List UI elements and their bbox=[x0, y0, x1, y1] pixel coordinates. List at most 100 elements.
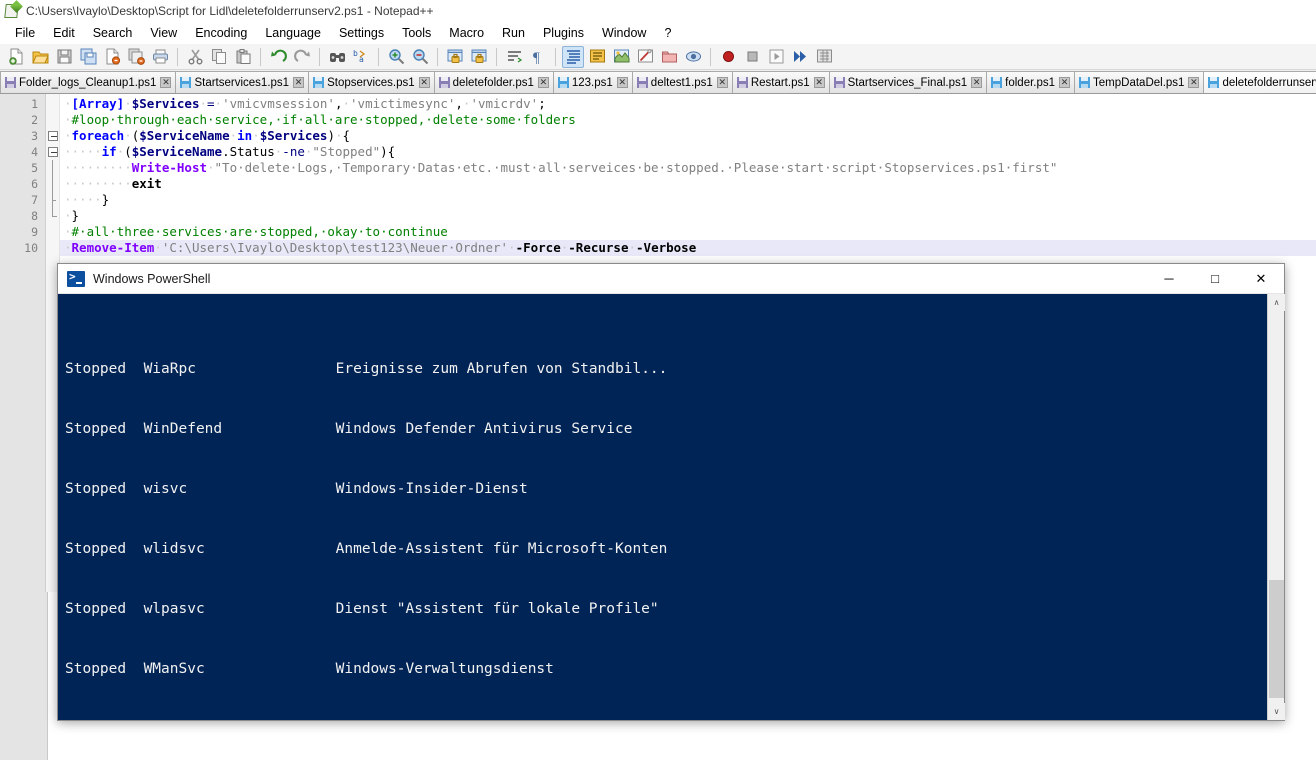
copy-icon[interactable] bbox=[208, 46, 230, 68]
powershell-console-output[interactable]: Stopped WiaRpc Ereignisse zum Abrufen vo… bbox=[58, 294, 1267, 720]
menu-file[interactable]: File bbox=[6, 24, 44, 42]
menu-tools[interactable]: Tools bbox=[393, 24, 440, 42]
code-line-5: ·········Write-Host·"To·delete·Logs,·Tem… bbox=[64, 160, 1058, 175]
tab-deletefolder[interactable]: deletefolder.ps1 ✕ bbox=[433, 71, 554, 93]
tab-tempdatadel[interactable]: TempDataDel.ps1 ✕ bbox=[1074, 71, 1205, 93]
tab-close-icon[interactable]: ✕ bbox=[293, 77, 305, 88]
tab-stopservices[interactable]: Stopservices.ps1 ✕ bbox=[308, 71, 435, 93]
tab-close-icon[interactable]: ✕ bbox=[537, 77, 549, 88]
tab-deletefolderrunserv[interactable]: deletefolderrunserv.ps1 ✕ bbox=[1203, 71, 1316, 93]
new-file-icon[interactable] bbox=[5, 46, 27, 68]
print-icon[interactable] bbox=[149, 46, 171, 68]
line-number: 9 bbox=[31, 225, 38, 239]
fold-toggle-icon[interactable] bbox=[48, 131, 58, 141]
menubar: File Edit Search View Encoding Language … bbox=[0, 22, 1316, 44]
function-list-icon[interactable] bbox=[634, 46, 656, 68]
tab-close-icon[interactable]: ✕ bbox=[716, 77, 728, 88]
tab-close-icon[interactable]: ✕ bbox=[616, 77, 628, 88]
minimize-button[interactable]: ─ bbox=[1146, 264, 1192, 294]
tab-folder[interactable]: folder.ps1 ✕ bbox=[986, 71, 1076, 93]
svg-text:b: b bbox=[353, 49, 358, 58]
menu-run[interactable]: Run bbox=[493, 24, 534, 42]
console-scrollbar[interactable]: ∧ ∨ bbox=[1267, 294, 1285, 720]
tab-label: deltest1.ps1 bbox=[650, 76, 713, 89]
stop-recording-icon[interactable] bbox=[741, 46, 763, 68]
sync-vertical-scroll-icon[interactable] bbox=[444, 46, 466, 68]
menu-view[interactable]: View bbox=[141, 24, 186, 42]
close-button[interactable]: ✕ bbox=[1238, 264, 1284, 294]
save-icon[interactable] bbox=[53, 46, 75, 68]
word-wrap-icon[interactable] bbox=[503, 46, 525, 68]
redo-icon[interactable] bbox=[291, 46, 313, 68]
tab-123[interactable]: 123.ps1 ✕ bbox=[552, 71, 633, 93]
maximize-button[interactable]: □ bbox=[1192, 264, 1238, 294]
save-all-icon[interactable] bbox=[77, 46, 99, 68]
tab-label: Startservices1.ps1 bbox=[194, 76, 290, 89]
document-map-icon[interactable] bbox=[610, 46, 632, 68]
tab-close-icon[interactable]: ✕ bbox=[813, 77, 825, 88]
scrollbar-track[interactable] bbox=[1268, 311, 1284, 580]
service-status: Stopped bbox=[65, 541, 127, 557]
tab-label: Startservices_Final.ps1 bbox=[847, 76, 968, 89]
menu-plugins[interactable]: Plugins bbox=[534, 24, 593, 42]
code-line-2: ·#loop·through·each·service,·if·all·are·… bbox=[64, 112, 576, 127]
save-macro-icon[interactable] bbox=[813, 46, 835, 68]
save-purple-icon bbox=[5, 77, 16, 88]
menu-window[interactable]: Window bbox=[593, 24, 655, 42]
powershell-body: Stopped WiaRpc Ereignisse zum Abrufen vo… bbox=[58, 294, 1285, 720]
replace-icon[interactable]: ba bbox=[350, 46, 372, 68]
playback-macro-icon[interactable] bbox=[765, 46, 787, 68]
sync-horizontal-scroll-icon[interactable] bbox=[468, 46, 490, 68]
tab-deltest1[interactable]: deltest1.ps1 ✕ bbox=[631, 71, 733, 93]
monitoring-icon[interactable] bbox=[682, 46, 704, 68]
user-defined-language-icon[interactable] bbox=[586, 46, 608, 68]
tab-close-icon[interactable]: ✕ bbox=[1059, 77, 1071, 88]
scroll-up-arrow-icon[interactable]: ∧ bbox=[1268, 294, 1285, 311]
tab-restart[interactable]: Restart.ps1 ✕ bbox=[731, 71, 830, 93]
powershell-titlebar[interactable]: Windows PowerShell ─ □ ✕ bbox=[58, 264, 1284, 294]
menu-search[interactable]: Search bbox=[84, 24, 142, 42]
find-icon[interactable] bbox=[326, 46, 348, 68]
service-row: Stopped WiaRpc Ereignisse zum Abrufen vo… bbox=[65, 359, 1267, 379]
tab-close-icon[interactable]: ✕ bbox=[971, 77, 983, 88]
open-file-icon[interactable] bbox=[29, 46, 51, 68]
toolbar-separator bbox=[437, 47, 438, 66]
tab-close-icon[interactable]: ✕ bbox=[160, 77, 172, 88]
menu-encoding[interactable]: Encoding bbox=[186, 24, 256, 42]
tab-startservices1[interactable]: Startservices1.ps1 ✕ bbox=[175, 71, 310, 93]
code-line-1: ·[Array]·$Services·=·'vmicvmsession',·'v… bbox=[64, 96, 546, 111]
scrollbar-thumb[interactable] bbox=[1269, 580, 1284, 698]
indent-guide-icon[interactable] bbox=[562, 45, 584, 68]
service-row: Stopped WManSvc Windows-Verwaltungsdiens… bbox=[65, 659, 1267, 679]
folder-as-workspace-icon[interactable] bbox=[658, 46, 680, 68]
tab-close-icon[interactable]: ✕ bbox=[1188, 77, 1200, 88]
tab-label: Stopservices.ps1 bbox=[327, 76, 415, 89]
scroll-down-arrow-icon[interactable]: ∨ bbox=[1268, 703, 1285, 720]
record-macro-icon[interactable] bbox=[717, 46, 739, 68]
undo-icon[interactable] bbox=[267, 46, 289, 68]
service-row: Stopped wlpasvc Dienst "Assistent für lo… bbox=[65, 599, 1267, 619]
close-all-icon[interactable] bbox=[125, 46, 147, 68]
service-display: Dienst "Assistent für lokale Profile" bbox=[335, 601, 659, 617]
menu-language[interactable]: Language bbox=[256, 24, 330, 42]
tab-startservices-final[interactable]: Startservices_Final.ps1 ✕ bbox=[828, 71, 988, 93]
show-all-characters-icon[interactable]: ¶ bbox=[527, 46, 549, 68]
close-file-icon[interactable] bbox=[101, 46, 123, 68]
zoom-in-icon[interactable] bbox=[385, 46, 407, 68]
tab-close-icon[interactable]: ✕ bbox=[418, 77, 430, 88]
tab-folder-logs-cleanup1[interactable]: Folder_logs_Cleanup1.ps1 ✕ bbox=[0, 71, 177, 93]
document-tabbar: Folder_logs_Cleanup1.ps1 ✕ Startservices… bbox=[0, 70, 1316, 94]
cut-icon[interactable] bbox=[184, 46, 206, 68]
run-macro-multiple-icon[interactable] bbox=[789, 46, 811, 68]
line-number: 4 bbox=[31, 145, 38, 159]
menu-help[interactable]: ? bbox=[655, 24, 680, 42]
fold-toggle-icon[interactable] bbox=[48, 147, 58, 157]
powershell-window[interactable]: Windows PowerShell ─ □ ✕ Stopped WiaRpc … bbox=[57, 263, 1285, 721]
paste-icon[interactable] bbox=[232, 46, 254, 68]
menu-settings[interactable]: Settings bbox=[330, 24, 393, 42]
service-row: Stopped wlidsvc Anmelde-Assistent für Mi… bbox=[65, 539, 1267, 559]
zoom-out-icon[interactable] bbox=[409, 46, 431, 68]
tab-label: deletefolder.ps1 bbox=[452, 76, 534, 89]
menu-edit[interactable]: Edit bbox=[44, 24, 84, 42]
menu-macro[interactable]: Macro bbox=[440, 24, 493, 42]
